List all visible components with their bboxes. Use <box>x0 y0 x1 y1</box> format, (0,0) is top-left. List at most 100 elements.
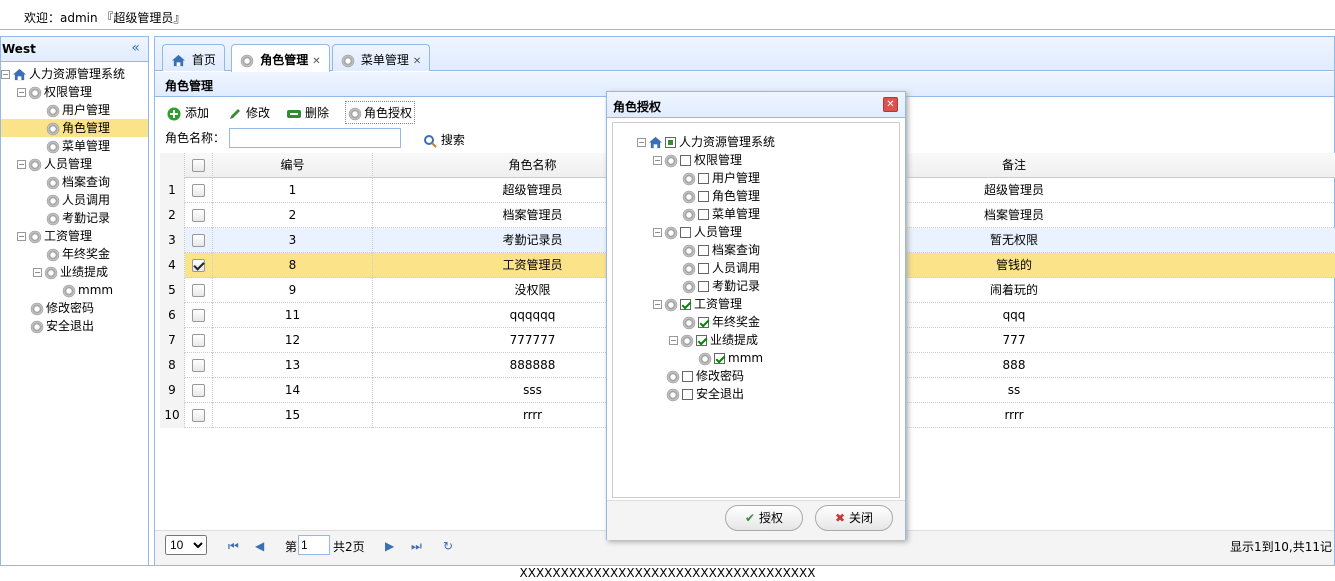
permission-checkbox[interactable] <box>698 263 709 274</box>
checkbox[interactable] <box>192 184 205 197</box>
close-icon[interactable]: ✕ <box>312 56 320 67</box>
collapse-toggle-icon[interactable]: − <box>17 232 26 241</box>
permission-node[interactable]: 安全退出 <box>653 385 744 403</box>
nav-item[interactable]: − 人力资源管理系统 <box>1 65 148 83</box>
nav-item[interactable]: − 工资管理 <box>1 227 148 245</box>
nav-item[interactable]: 考勤记录 <box>1 209 148 227</box>
permission-checkbox[interactable] <box>665 137 676 148</box>
permission-node[interactable]: 用户管理 <box>669 169 760 187</box>
row-checkbox[interactable] <box>185 228 213 253</box>
permission-checkbox[interactable] <box>682 389 693 400</box>
nav-item[interactable]: mmm <box>1 281 148 299</box>
delete-button[interactable]: 删除 <box>287 104 329 121</box>
permission-node[interactable]: mmm <box>685 349 763 367</box>
checkbox[interactable] <box>192 384 205 397</box>
refresh-icon[interactable]: ↻ <box>443 539 453 553</box>
checkbox[interactable] <box>192 334 205 347</box>
permission-checkbox[interactable] <box>696 335 707 346</box>
tab-role-management[interactable]: 角色管理 ✕ <box>231 44 330 72</box>
select-all-checkbox[interactable] <box>185 153 213 178</box>
checkbox[interactable] <box>192 209 205 222</box>
collapse-toggle-icon[interactable]: − <box>653 156 662 165</box>
next-page-icon[interactable]: ▶ <box>385 539 394 553</box>
permission-node[interactable]: 考勤记录 <box>669 277 760 295</box>
row-checkbox[interactable] <box>185 203 213 228</box>
nav-item[interactable]: 角色管理 <box>1 119 148 137</box>
grant-role-button[interactable]: 角色授权 <box>345 101 416 124</box>
checkbox[interactable] <box>192 359 205 372</box>
permission-checkbox[interactable] <box>698 209 709 220</box>
row-checkbox[interactable] <box>185 328 213 353</box>
permission-checkbox[interactable] <box>680 155 691 166</box>
last-page-icon[interactable]: ⏭ <box>411 539 422 554</box>
row-checkbox[interactable] <box>185 378 213 403</box>
permission-checkbox[interactable] <box>714 353 725 364</box>
permission-node[interactable]: − 工资管理 <box>653 295 742 313</box>
row-checkbox[interactable] <box>185 278 213 303</box>
checkbox[interactable] <box>192 234 205 247</box>
nav-item[interactable]: 年终奖金 <box>1 245 148 263</box>
permission-node[interactable]: 档案查询 <box>669 241 760 259</box>
collapse-toggle-icon[interactable]: − <box>669 336 678 345</box>
add-button[interactable]: 添加 <box>167 104 209 121</box>
collapse-toggle-icon[interactable]: − <box>17 88 26 97</box>
nav-item[interactable]: 菜单管理 <box>1 137 148 155</box>
row-checkbox[interactable] <box>185 403 213 428</box>
collapse-toggle-icon[interactable]: − <box>1 70 10 79</box>
checkbox[interactable] <box>192 284 205 297</box>
edit-button[interactable]: 修改 <box>228 104 270 121</box>
first-page-icon[interactable]: ⏮ <box>228 539 239 554</box>
checkbox[interactable] <box>192 309 205 322</box>
permission-checkbox[interactable] <box>680 227 691 238</box>
nav-item[interactable]: 档案查询 <box>1 173 148 191</box>
grant-button[interactable]: ✔ 授权 <box>725 505 803 531</box>
checkbox[interactable] <box>192 259 205 272</box>
nav-item[interactable]: − 人员管理 <box>1 155 148 173</box>
nav-item[interactable]: 用户管理 <box>1 101 148 119</box>
collapse-toggle-icon[interactable]: − <box>653 300 662 309</box>
permission-checkbox[interactable] <box>698 317 709 328</box>
page-number-input[interactable] <box>298 535 330 555</box>
collapse-icon[interactable]: « <box>131 40 140 56</box>
tab-home[interactable]: 首页 <box>162 44 225 71</box>
prev-page-icon[interactable]: ◀ <box>255 539 264 553</box>
row-number: 1 <box>160 178 185 203</box>
permission-node[interactable]: 修改密码 <box>653 367 744 385</box>
permission-checkbox[interactable] <box>698 191 709 202</box>
collapse-toggle-icon[interactable]: − <box>33 268 42 277</box>
checkbox[interactable] <box>192 159 205 172</box>
row-checkbox[interactable] <box>185 303 213 328</box>
permission-node[interactable]: − 权限管理 <box>653 151 742 169</box>
permission-node[interactable]: 年终奖金 <box>669 313 760 331</box>
close-icon[interactable]: ✕ <box>413 56 421 67</box>
close-button[interactable]: ✖ 关闭 <box>815 505 893 531</box>
nav-item[interactable]: 修改密码 <box>1 299 148 317</box>
collapse-toggle-icon[interactable]: − <box>17 160 26 169</box>
nav-item[interactable]: 安全退出 <box>1 317 148 335</box>
permission-checkbox[interactable] <box>680 299 691 310</box>
permission-checkbox[interactable] <box>698 281 709 292</box>
nav-item[interactable]: 人员调用 <box>1 191 148 209</box>
page-size-select[interactable]: 10 <box>165 535 207 555</box>
nav-item[interactable]: − 权限管理 <box>1 83 148 101</box>
permission-checkbox[interactable] <box>698 245 709 256</box>
permission-node[interactable]: − 业绩提成 <box>669 331 758 349</box>
row-checkbox[interactable] <box>185 353 213 378</box>
permission-checkbox[interactable] <box>682 371 693 382</box>
permission-node[interactable]: − 人力资源管理系统 <box>637 133 775 151</box>
permission-node[interactable]: − 人员管理 <box>653 223 742 241</box>
permission-checkbox[interactable] <box>698 173 709 184</box>
row-checkbox[interactable] <box>185 178 213 203</box>
dialog-close-icon[interactable]: ✕ <box>883 97 898 112</box>
nav-item[interactable]: − 业绩提成 <box>1 263 148 281</box>
tab-menu-management[interactable]: 菜单管理 ✕ <box>332 44 431 71</box>
permission-node[interactable]: 菜单管理 <box>669 205 760 223</box>
permission-node[interactable]: 人员调用 <box>669 259 760 277</box>
search-button[interactable]: 搜索 <box>423 131 465 148</box>
role-name-input[interactable] <box>229 128 401 148</box>
collapse-toggle-icon[interactable]: − <box>637 138 646 147</box>
collapse-toggle-icon[interactable]: − <box>653 228 662 237</box>
row-checkbox[interactable] <box>185 253 213 278</box>
permission-node[interactable]: 角色管理 <box>669 187 760 205</box>
checkbox[interactable] <box>192 409 205 422</box>
